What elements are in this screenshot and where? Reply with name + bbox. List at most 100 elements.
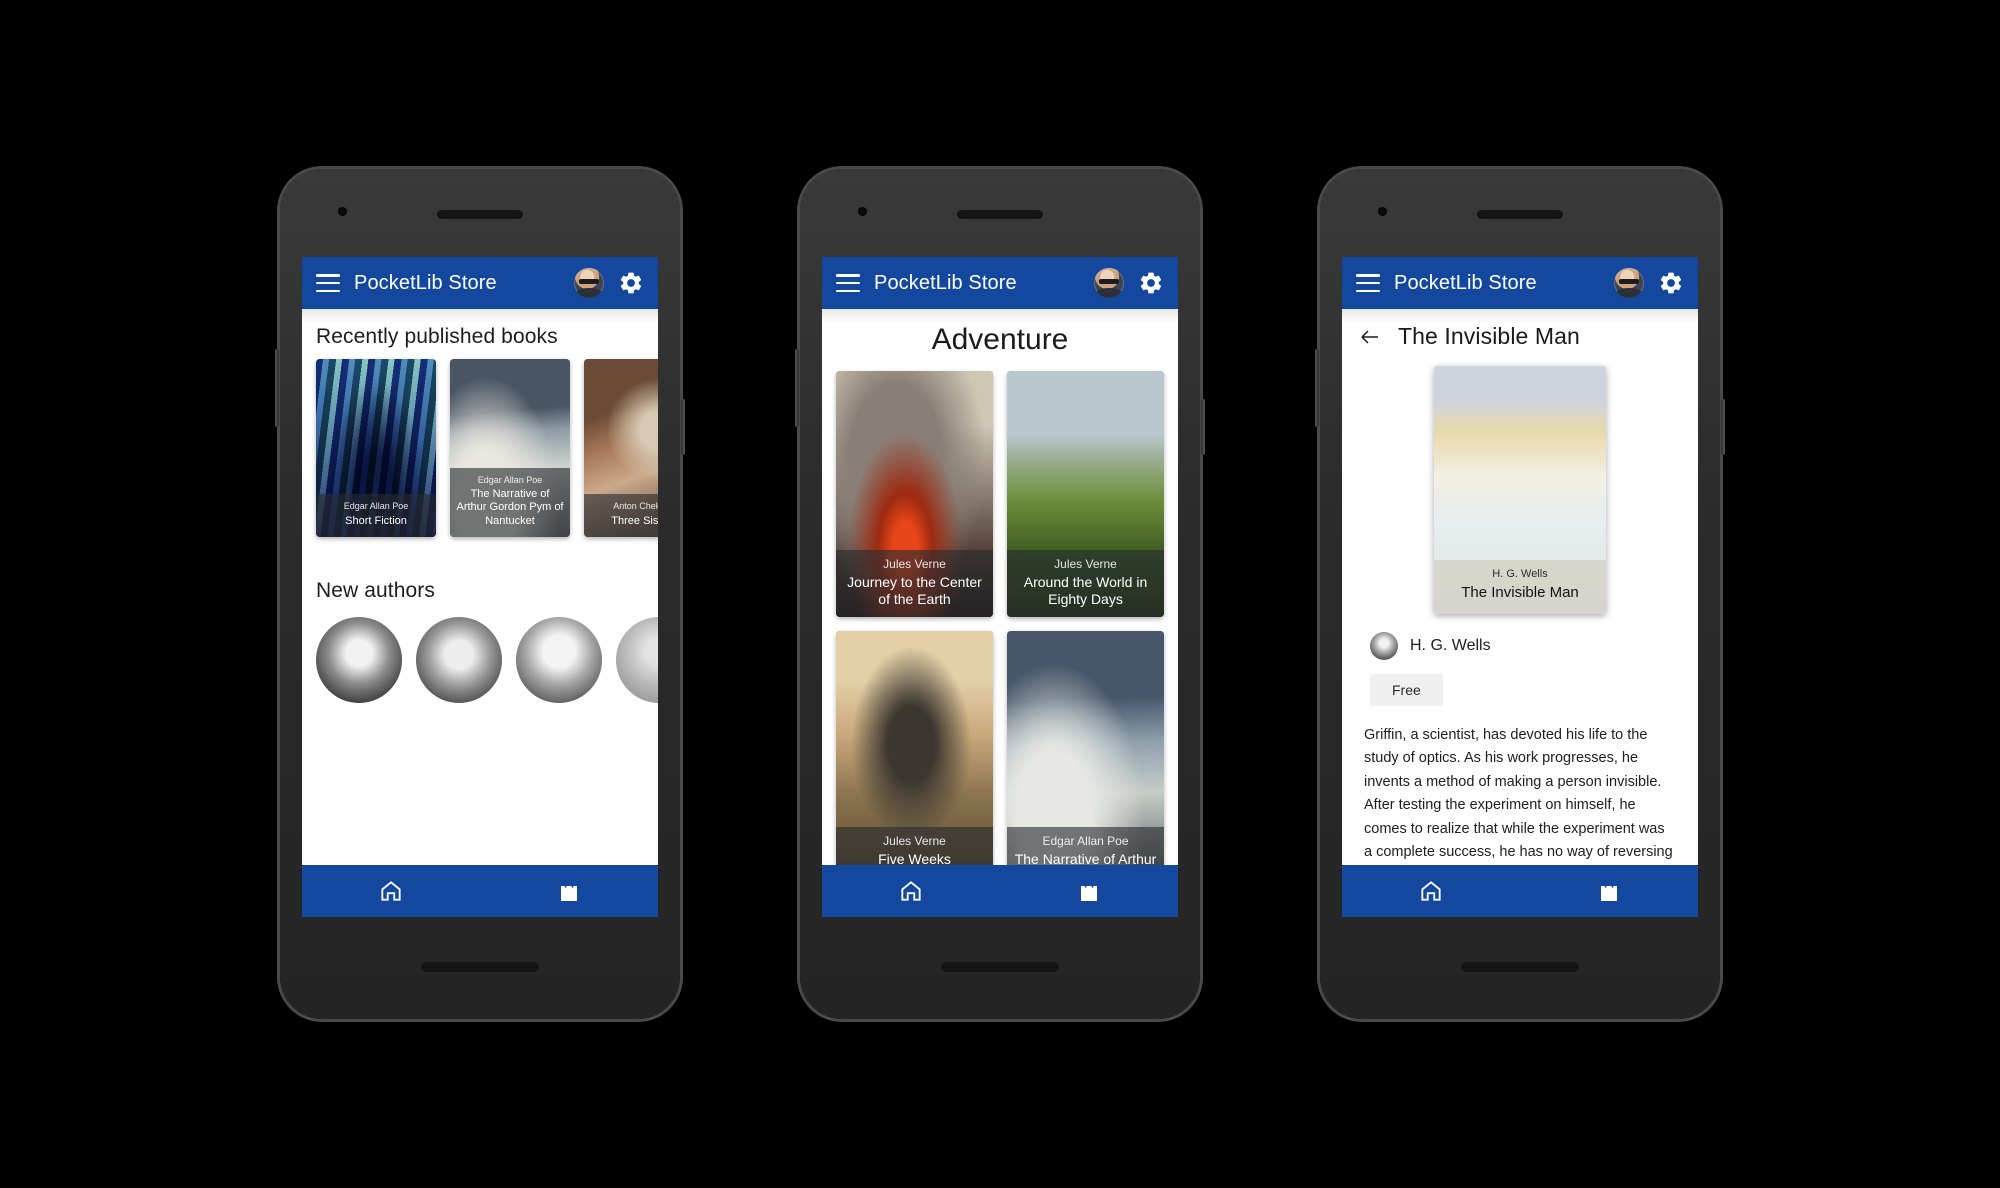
book-card[interactable]: Jules Verne Around the World in Eighty D… — [1007, 371, 1164, 617]
phone-bottom-bezel — [1320, 917, 1720, 1017]
book-title: Three Sisters — [611, 514, 658, 527]
book-title: The Narrative of Arthur Gordon Pym of Na… — [456, 487, 564, 527]
author-portrait — [516, 617, 602, 703]
category-book-grid[interactable]: Jules Verne Journey to the Center of the… — [822, 371, 1178, 865]
book-title: Journey to the Center of the Earth — [847, 573, 982, 607]
earpiece-speaker — [957, 209, 1043, 219]
phone-bottom-bezel — [280, 917, 680, 1017]
shopping-bag-icon — [1601, 880, 1617, 901]
book-author: H. G. Wells — [1492, 567, 1548, 580]
app-title: PocketLib Store — [874, 271, 1017, 294]
home-indicator — [421, 962, 539, 972]
home-icon — [381, 881, 401, 901]
book-author: Edgar Allan Poe — [343, 501, 409, 512]
author-avatar[interactable] — [416, 617, 502, 703]
home-icon — [1421, 881, 1441, 901]
phone-side-button — [681, 399, 685, 455]
nav-store-button[interactable] — [1586, 872, 1632, 910]
authors-carousel[interactable] — [302, 613, 658, 703]
phone-mockup-category: PocketLib Store Adventure Jules Verne Jo… — [795, 169, 1205, 1019]
author-row[interactable]: H. G. Wells — [1342, 628, 1698, 660]
book-card-label: H. G. Wells The Invisible Man — [1434, 559, 1606, 614]
phone-top-bezel — [800, 169, 1200, 257]
front-camera — [338, 207, 347, 216]
nav-home-button[interactable] — [1408, 872, 1454, 910]
price-badge[interactable]: Free — [1370, 674, 1443, 706]
book-title: Five Weeks — [878, 850, 951, 865]
book-card[interactable]: Jules Verne Five Weeks — [836, 631, 993, 865]
gear-icon[interactable] — [618, 270, 644, 296]
book-title: The Invisible Man — [1461, 583, 1579, 601]
book-description: Griffin, a scientist, has devoted his li… — [1364, 727, 1673, 861]
app-title: PocketLib Store — [1394, 271, 1537, 294]
author-portrait — [1370, 632, 1398, 660]
gear-icon[interactable] — [1658, 270, 1684, 296]
account-avatar-icon[interactable] — [1094, 268, 1124, 298]
category-content: Adventure Jules Verne Journey to the Cen… — [822, 309, 1178, 865]
author-portrait — [316, 617, 402, 703]
gear-icon[interactable] — [1138, 270, 1164, 296]
nav-store-button[interactable] — [1066, 872, 1112, 910]
page-title: The Invisible Man — [1398, 323, 1580, 349]
author-avatar — [1370, 632, 1398, 660]
app-bar: PocketLib Store — [1342, 257, 1698, 309]
book-card[interactable]: Edgar Allan Poe The Narrative of Arthur … — [450, 359, 570, 537]
hamburger-icon[interactable] — [316, 274, 340, 292]
phone-bottom-bezel — [800, 917, 1200, 1017]
book-card[interactable]: Anton Chekhov Three Sisters — [584, 359, 658, 537]
earpiece-speaker — [1477, 209, 1563, 219]
book-author: Anton Chekhov — [613, 501, 658, 512]
book-title: Around the World in Eighty Days — [1023, 573, 1148, 607]
phone-mockup-detail: PocketLib Store The Invisible Man H. G. … — [1315, 169, 1725, 1019]
hamburger-icon[interactable] — [1356, 274, 1380, 292]
book-author: Jules Verne — [883, 833, 946, 848]
app-bar: PocketLib Store — [822, 257, 1178, 309]
book-card-label: Jules Verne Journey to the Center of the… — [836, 549, 993, 617]
account-avatar-icon[interactable] — [1614, 268, 1644, 298]
author-portrait — [616, 617, 658, 703]
book-cover[interactable]: H. G. Wells The Invisible Man — [1434, 366, 1606, 614]
screen-book-detail: PocketLib Store The Invisible Man H. G. … — [1342, 257, 1698, 917]
author-avatar[interactable] — [516, 617, 602, 703]
author-avatar[interactable] — [616, 617, 658, 703]
nav-home-button[interactable] — [888, 872, 934, 910]
book-card-label: Jules Verne Five Weeks — [836, 826, 993, 865]
home-icon — [901, 881, 921, 901]
phone-side-button — [1201, 399, 1205, 455]
book-card[interactable]: Jules Verne Journey to the Center of the… — [836, 371, 993, 617]
shopping-bag-icon — [561, 880, 577, 901]
front-camera — [858, 207, 867, 216]
book-card-label: Edgar Allan Poe The Narrative of Arthur … — [450, 467, 570, 537]
phone-top-bezel — [280, 169, 680, 257]
detail-header: The Invisible Man — [1342, 309, 1698, 360]
hamburger-icon[interactable] — [836, 274, 860, 292]
book-card-label: Jules Verne Around the World in Eighty D… — [1007, 549, 1164, 617]
earpiece-speaker — [437, 209, 523, 219]
detail-content: The Invisible Man H. G. Wells The Invisi… — [1342, 309, 1698, 865]
recent-books-carousel[interactable]: Edgar Allan Poe Short Fiction Edgar Alla… — [302, 359, 658, 537]
screen-home: PocketLib Store Recently published books… — [302, 257, 658, 917]
book-author: Edgar Allan Poe — [477, 474, 543, 485]
phone-top-bezel — [1320, 169, 1720, 257]
home-indicator — [941, 962, 1059, 972]
bottom-navigation — [302, 865, 658, 917]
account-avatar-icon[interactable] — [574, 268, 604, 298]
book-card-label: Anton Chekhov Three Sisters — [584, 494, 658, 537]
book-card[interactable]: Edgar Allan Poe Short Fiction — [316, 359, 436, 537]
book-title: Short Fiction — [345, 514, 407, 527]
shopping-bag-icon — [1081, 880, 1097, 901]
back-arrow-icon[interactable] — [1358, 325, 1382, 349]
bottom-navigation — [822, 865, 1178, 917]
detail-cover-wrapper: H. G. Wells The Invisible Man — [1342, 360, 1698, 628]
phone-side-button — [1721, 399, 1725, 455]
author-avatar[interactable] — [316, 617, 402, 703]
nav-home-button[interactable] — [368, 872, 414, 910]
author-portrait — [416, 617, 502, 703]
book-author: Edgar Allan Poe — [1042, 833, 1129, 848]
home-content: Recently published books Edgar Allan Poe… — [302, 309, 658, 865]
app-title: PocketLib Store — [354, 271, 497, 294]
book-card[interactable]: Edgar Allan Poe The Narrative of Arthur — [1007, 631, 1164, 865]
nav-store-button[interactable] — [546, 872, 592, 910]
bottom-navigation — [1342, 865, 1698, 917]
book-author: Jules Verne — [1054, 556, 1117, 571]
